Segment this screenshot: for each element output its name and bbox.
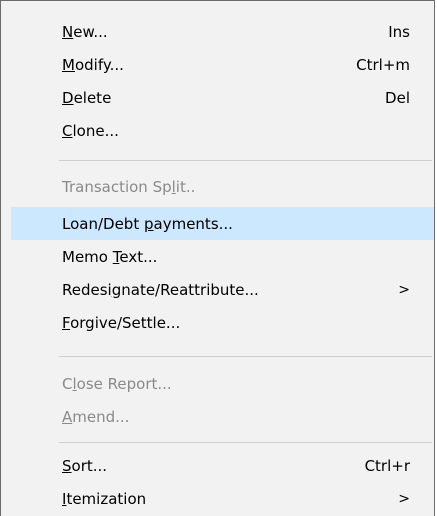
menu-separator <box>59 442 432 443</box>
chevron-right-icon: > <box>398 490 410 507</box>
menu-item-delete[interactable]: Delete Del <box>11 81 434 114</box>
menu-item-modify[interactable]: Modify... Ctrl+m <box>11 48 434 81</box>
chevron-right-icon: > <box>398 281 410 298</box>
menu-item-label: Forgive/Settle... <box>62 313 181 332</box>
context-menu: New... Ins Modify... Ctrl+m Delete Del C… <box>0 0 435 516</box>
menu-separator <box>59 160 432 161</box>
menu-item-label: Modify... <box>62 55 124 74</box>
menu-item-label: Itemization <box>62 489 147 508</box>
menu-item-clone[interactable]: Clone... <box>11 114 434 147</box>
menu-item-label: Loan/Debt payments... <box>62 214 233 233</box>
menu-separator <box>59 356 432 357</box>
menu-item-forgive-settle[interactable]: Forgive/Settle... <box>11 306 434 339</box>
menu-item-memo-text[interactable]: Memo Text... <box>11 240 434 273</box>
menu-item-label: Amend... <box>62 407 130 426</box>
menu-item-label: New... <box>62 22 108 41</box>
menu-item-amend: Amend... <box>11 400 434 433</box>
menu-item-label: Delete <box>62 88 112 107</box>
menu-item-label: Transaction Split.. <box>62 177 196 196</box>
shortcut-label: Del <box>385 88 410 107</box>
menu-item-loan-debt-payments[interactable]: Loan/Debt payments... <box>11 207 434 240</box>
menu-item-label: Clone... <box>62 121 119 140</box>
shortcut-label: Ctrl+r <box>364 456 410 475</box>
menu-item-close-report: Close Report... <box>11 367 434 400</box>
menu-item-redesignate-reattribute[interactable]: Redesignate/Reattribute... > <box>11 273 434 306</box>
shortcut-label: Ins <box>388 22 410 41</box>
menu-item-transaction-split: Transaction Split.. <box>11 170 434 203</box>
menu-item-new[interactable]: New... Ins <box>11 15 434 48</box>
shortcut-label: Ctrl+m <box>356 55 410 74</box>
menu-item-itemization[interactable]: Itemization > <box>11 482 434 515</box>
menu-item-label: Memo Text... <box>62 247 158 266</box>
menu-item-label: Close Report... <box>62 374 172 393</box>
menu-item-sort[interactable]: Sort... Ctrl+r <box>11 449 434 482</box>
menu-item-label: Sort... <box>62 456 108 475</box>
menu-item-label: Redesignate/Reattribute... <box>62 280 259 299</box>
